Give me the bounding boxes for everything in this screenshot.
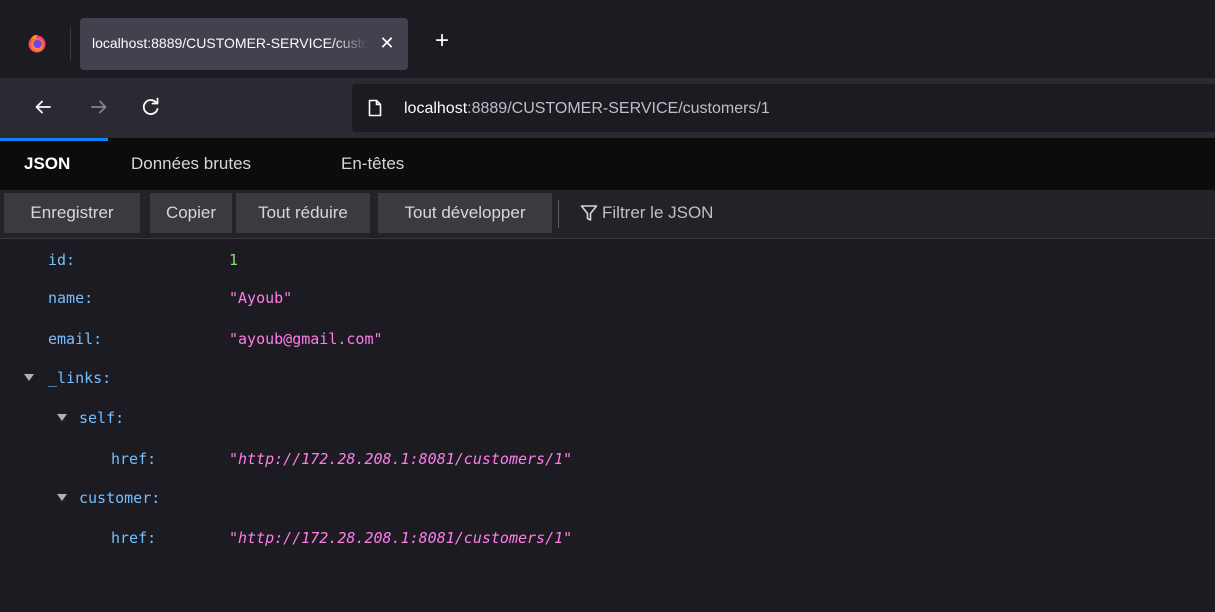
json-key: id: xyxy=(48,251,76,269)
twisty-down-icon[interactable] xyxy=(24,374,34,381)
filter-icon xyxy=(580,205,598,221)
plus-icon[interactable]: + xyxy=(429,29,455,55)
tab-headers[interactable]: En-têtes xyxy=(341,138,404,190)
json-key: _links: xyxy=(48,369,112,387)
tab-strip: localhost:8889/CUSTOMER-SERVICE/customer… xyxy=(0,0,1215,78)
expand-all-button[interactable]: Tout développer xyxy=(378,193,552,233)
json-tree: id: 1 name: "Ayoub" email: "ayoub@gmail.… xyxy=(0,239,1215,612)
collapse-all-button[interactable]: Tout réduire xyxy=(236,193,370,233)
tab-title: localhost:8889/CUSTOMER-SERVICE/customer… xyxy=(92,35,370,51)
json-value: 1 xyxy=(229,251,239,269)
json-row-self[interactable]: self: xyxy=(0,399,1215,437)
json-row-links[interactable]: _links: xyxy=(0,359,1215,397)
json-row-self-href[interactable]: href: "http://172.28.208.1:8081/customer… xyxy=(0,440,1215,478)
json-viewer-tabs: JSON Données brutes En-têtes xyxy=(0,138,1215,190)
json-value: "ayoub@gmail.com" xyxy=(229,330,383,348)
json-key: name: xyxy=(48,289,94,307)
json-key: self: xyxy=(79,409,125,427)
back-arrow-icon[interactable] xyxy=(28,92,58,122)
firefox-logo-icon[interactable] xyxy=(27,33,47,53)
json-row-id[interactable]: id: 1 xyxy=(0,241,1215,279)
json-key: href: xyxy=(111,450,157,468)
json-key: customer: xyxy=(79,489,161,507)
json-row-email[interactable]: email: "ayoub@gmail.com" xyxy=(0,320,1215,358)
reload-icon[interactable] xyxy=(136,92,166,122)
json-toolbar: Enregistrer Copier Tout réduire Tout dév… xyxy=(0,190,1215,239)
url-text: localhost:8889/CUSTOMER-SERVICE/customer… xyxy=(404,100,770,118)
json-row-customer[interactable]: customer: xyxy=(0,479,1215,517)
json-row-customer-href[interactable]: href: "http://172.28.208.1:8081/customer… xyxy=(0,519,1215,557)
navigation-toolbar: localhost:8889/CUSTOMER-SERVICE/customer… xyxy=(0,78,1215,138)
copy-button[interactable]: Copier xyxy=(150,193,232,233)
json-key: email: xyxy=(48,330,103,348)
browser-tab[interactable]: localhost:8889/CUSTOMER-SERVICE/customer… xyxy=(80,18,408,70)
close-icon[interactable]: ✕ xyxy=(376,32,398,54)
page-icon xyxy=(368,99,382,117)
tab-json[interactable]: JSON xyxy=(24,138,70,190)
url-host: localhost xyxy=(404,100,468,117)
save-button[interactable]: Enregistrer xyxy=(4,193,140,233)
forward-arrow-icon[interactable] xyxy=(84,92,114,122)
twisty-down-icon[interactable] xyxy=(57,414,67,421)
json-row-name[interactable]: name: "Ayoub" xyxy=(0,279,1215,317)
url-bar[interactable]: localhost:8889/CUSTOMER-SERVICE/customer… xyxy=(352,84,1215,132)
url-path: :8889/CUSTOMER-SERVICE/customers/1 xyxy=(467,100,770,117)
json-key: href: xyxy=(111,529,157,547)
toolbar-separator xyxy=(558,200,559,228)
json-value: "Ayoub" xyxy=(229,289,293,307)
twisty-down-icon[interactable] xyxy=(57,494,67,501)
tab-raw-data[interactable]: Données brutes xyxy=(131,138,251,190)
filter-json-input[interactable] xyxy=(602,199,902,227)
tab-separator xyxy=(70,27,71,60)
json-value-link[interactable]: "http://172.28.208.1:8081/customers/1" xyxy=(229,450,572,468)
json-value-link[interactable]: "http://172.28.208.1:8081/customers/1" xyxy=(229,529,572,547)
